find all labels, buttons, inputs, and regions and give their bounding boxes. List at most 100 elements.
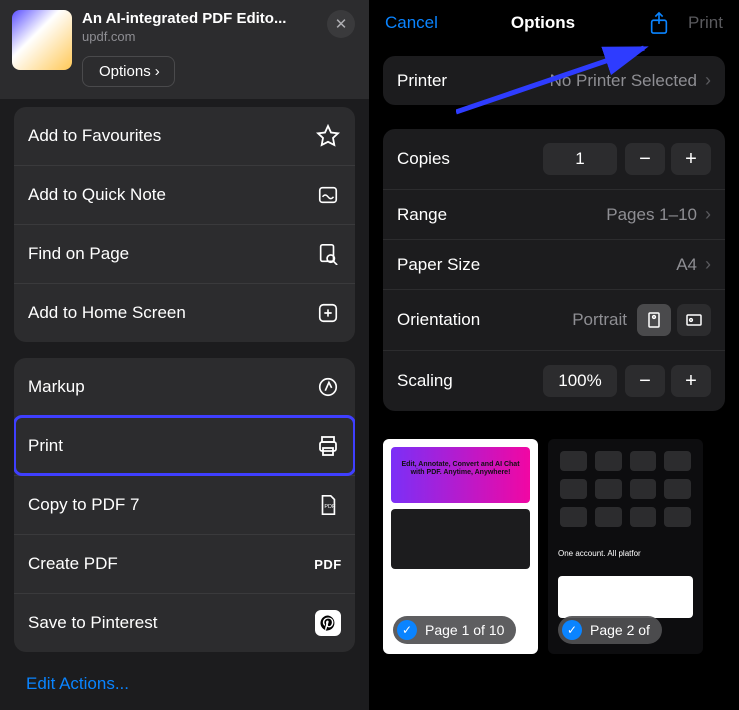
link-preview-banner: An AI-integrated PDF Edito... updf.com O… xyxy=(0,0,369,99)
copies-controls: 1 − + xyxy=(543,143,711,175)
orientation-toggle xyxy=(637,304,711,336)
markup-label: Markup xyxy=(28,377,85,397)
page1-label: ✓ Page 1 of 10 xyxy=(393,616,516,644)
actions-group-2: Markup Print Copy to PDF 7 PDF Create PD… xyxy=(14,358,355,652)
add-favourites-label: Add to Favourites xyxy=(28,126,161,146)
add-home-screen-row[interactable]: Add to Home Screen xyxy=(14,283,355,342)
printer-group: Printer No Printer Selected › xyxy=(383,56,725,105)
scaling-row: Scaling 100% − + xyxy=(383,350,725,411)
printer-icon xyxy=(315,433,341,459)
save-to-pinterest-label: Save to Pinterest xyxy=(28,613,157,633)
range-value: Pages 1–10 xyxy=(606,205,697,225)
orientation-landscape-button[interactable] xyxy=(677,304,711,336)
share-sheet-pane: An AI-integrated PDF Edito... updf.com O… xyxy=(0,0,369,710)
chevron-right-icon: › xyxy=(705,254,711,275)
pdf-doc-icon: PDF xyxy=(315,492,341,518)
paper-size-value: A4 xyxy=(676,255,697,275)
copies-plus-button[interactable]: + xyxy=(671,143,711,175)
link-title: An AI-integrated PDF Edito... xyxy=(82,10,357,27)
page1-label-text: Page 1 of 10 xyxy=(425,622,504,638)
printer-label: Printer xyxy=(397,71,447,91)
print-row[interactable]: Print xyxy=(14,416,355,475)
print-options-pane: Cancel Options Print Printer No Printer … xyxy=(369,0,739,710)
pinterest-icon xyxy=(315,610,341,636)
share-icon[interactable] xyxy=(648,12,670,34)
page2-card xyxy=(558,576,693,618)
markup-row[interactable]: Markup xyxy=(14,358,355,416)
add-home-screen-label: Add to Home Screen xyxy=(28,303,186,323)
star-icon xyxy=(315,123,341,149)
scaling-minus-button[interactable]: − xyxy=(625,365,665,397)
page2-grid xyxy=(560,451,691,527)
save-to-pinterest-row[interactable]: Save to Pinterest xyxy=(14,593,355,652)
page1-body xyxy=(391,509,530,569)
chevron-right-icon: › xyxy=(705,70,711,91)
page2-label-text: Page 2 of xyxy=(590,622,650,638)
link-options-label: Options xyxy=(99,63,151,80)
actions-group-1: Add to Favourites Add to Quick Note Find… xyxy=(14,107,355,342)
paper-size-label: Paper Size xyxy=(397,255,480,275)
page1-headline: Edit, Annotate, Convert and AI Chat with… xyxy=(401,461,520,478)
markup-icon xyxy=(315,374,341,400)
preview-page-1[interactable]: Edit, Annotate, Convert and AI Chat with… xyxy=(383,439,538,654)
orientation-row: Orientation Portrait xyxy=(383,289,725,350)
copies-stepper: − + xyxy=(625,143,711,175)
orientation-value: Portrait xyxy=(572,310,627,330)
options-title: Options xyxy=(511,13,575,33)
orientation-controls: Portrait xyxy=(572,304,711,336)
page2-tagline: One account. All platfor xyxy=(558,549,703,558)
scaling-label: Scaling xyxy=(397,371,453,391)
scaling-stepper: − + xyxy=(625,365,711,397)
cancel-button[interactable]: Cancel xyxy=(385,13,438,33)
scaling-controls: 100% − + xyxy=(543,365,711,397)
page2-check-icon: ✓ xyxy=(562,620,582,640)
copies-minus-button[interactable]: − xyxy=(625,143,665,175)
page2-label: ✓ Page 2 of xyxy=(558,616,662,644)
chevron-right-icon: › xyxy=(705,204,711,225)
printer-value: No Printer Selected xyxy=(550,71,697,91)
range-label: Range xyxy=(397,205,447,225)
add-quick-note-label: Add to Quick Note xyxy=(28,185,166,205)
close-button[interactable]: ✕ xyxy=(327,10,355,38)
paper-size-row[interactable]: Paper Size A4 › xyxy=(383,239,725,289)
scaling-plus-button[interactable]: + xyxy=(671,365,711,397)
paper-size-value-wrap: A4 › xyxy=(676,254,711,275)
preview-page-2[interactable]: One account. All platfor ✓ Page 2 of xyxy=(548,439,703,654)
chevron-right-icon: › xyxy=(155,63,160,80)
printer-row[interactable]: Printer No Printer Selected › xyxy=(383,56,725,105)
link-host: updf.com xyxy=(82,29,357,44)
print-header: Cancel Options Print xyxy=(369,0,739,50)
range-row[interactable]: Range Pages 1–10 › xyxy=(383,189,725,239)
range-value-wrap: Pages 1–10 › xyxy=(606,204,711,225)
copies-row: Copies 1 − + xyxy=(383,129,725,189)
print-settings-group: Copies 1 − + Range Pages 1–10 › Paper Si… xyxy=(383,129,725,411)
scaling-value[interactable]: 100% xyxy=(543,365,617,397)
orientation-label: Orientation xyxy=(397,310,480,330)
add-favourites-row[interactable]: Add to Favourites xyxy=(14,107,355,165)
printer-value-wrap: No Printer Selected › xyxy=(550,70,711,91)
copy-to-pdf7-label: Copy to PDF 7 xyxy=(28,495,140,515)
copies-value[interactable]: 1 xyxy=(543,143,617,175)
link-options-button[interactable]: Options › xyxy=(82,56,175,87)
edit-actions-link[interactable]: Edit Actions... xyxy=(0,660,369,708)
print-button[interactable]: Print xyxy=(688,13,723,33)
orientation-portrait-button[interactable] xyxy=(637,304,671,336)
page1-check-icon: ✓ xyxy=(397,620,417,640)
link-thumbnail xyxy=(12,10,72,70)
copy-to-pdf7-row[interactable]: Copy to PDF 7 PDF xyxy=(14,475,355,534)
find-on-page-label: Find on Page xyxy=(28,244,129,264)
add-quick-note-row[interactable]: Add to Quick Note xyxy=(14,165,355,224)
link-info: An AI-integrated PDF Edito... updf.com O… xyxy=(82,10,357,87)
copies-label: Copies xyxy=(397,149,450,169)
create-pdf-row[interactable]: Create PDF PDF xyxy=(14,534,355,593)
pdf-text-icon: PDF xyxy=(315,551,341,577)
close-icon: ✕ xyxy=(335,15,348,33)
note-icon xyxy=(315,182,341,208)
create-pdf-label: Create PDF xyxy=(28,554,118,574)
find-on-page-row[interactable]: Find on Page xyxy=(14,224,355,283)
add-home-icon xyxy=(315,300,341,326)
find-icon xyxy=(315,241,341,267)
print-preview-pages: Edit, Annotate, Convert and AI Chat with… xyxy=(369,435,739,654)
print-label: Print xyxy=(28,436,63,456)
svg-text:PDF: PDF xyxy=(324,504,336,510)
